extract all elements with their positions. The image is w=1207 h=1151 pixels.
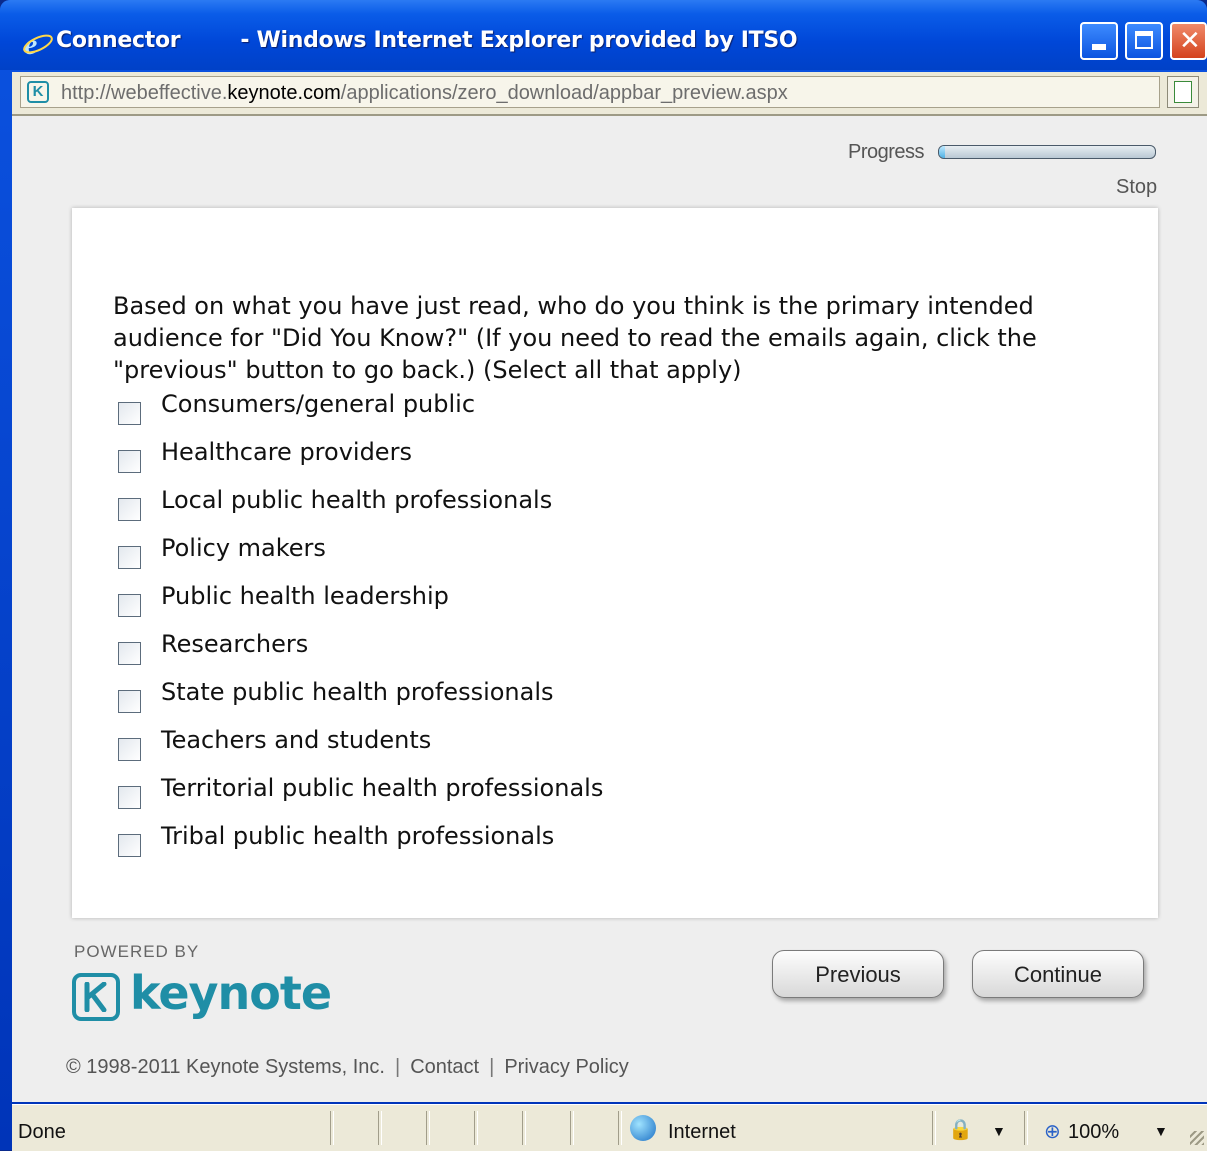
answer-checkbox[interactable] <box>118 546 141 569</box>
status-divider <box>932 1111 936 1145</box>
progress-label: Progress <box>848 141 925 163</box>
copyright-text: © 1998-2011 Keynote Systems, Inc. <box>66 1056 385 1078</box>
internet-explorer-icon: e <box>23 28 53 59</box>
maximize-icon <box>1135 31 1153 49</box>
answer-option-label: Territorial public health professionals <box>161 774 604 802</box>
window-title-app: Connector <box>56 28 181 53</box>
security-zone-label: Internet <box>668 1121 736 1143</box>
window-title-suffix: - Windows Internet Explorer provided by … <box>240 28 798 53</box>
answer-checkbox[interactable] <box>118 402 141 425</box>
browser-window: e Connector - Windows Internet Explorer p… <box>0 0 1207 1151</box>
zoom-icon[interactable]: ⊕ <box>1044 1119 1061 1144</box>
answer-option[interactable]: Researchers <box>118 630 818 670</box>
answer-checkbox[interactable] <box>118 738 141 761</box>
answer-checkbox[interactable] <box>118 594 141 617</box>
answer-option[interactable]: Local public health professionals <box>118 486 818 526</box>
answer-checkbox[interactable] <box>118 834 141 857</box>
answer-option-label: Local public health professionals <box>161 486 553 514</box>
resize-grip[interactable] <box>1190 1131 1204 1145</box>
zoom-level[interactable]: 100% <box>1068 1121 1119 1144</box>
status-divider <box>618 1111 622 1145</box>
url-path: /applications/zero_download/appbar_previ… <box>340 82 788 104</box>
status-divider <box>378 1111 382 1145</box>
footer-separator: | <box>489 1056 495 1078</box>
answer-checkbox[interactable] <box>118 498 141 521</box>
internet-zone-icon <box>630 1115 656 1141</box>
address-field[interactable]: K http://webeffective.keynote.com/applic… <box>20 76 1160 108</box>
page-status-icon <box>1174 81 1192 103</box>
address-bar: K http://webeffective.keynote.com/applic… <box>12 72 1207 116</box>
address-url[interactable]: http://webeffective.keynote.com/applicat… <box>61 82 788 105</box>
footer-separator: | <box>394 1056 401 1078</box>
answer-option-label: Policy makers <box>161 534 326 562</box>
minimize-button[interactable] <box>1080 22 1118 60</box>
status-text: Done <box>18 1121 66 1143</box>
page-content: Progress Stop Based on what you have jus… <box>12 116 1207 1102</box>
url-prefix: http://webeffective. <box>61 82 228 104</box>
contact-link[interactable]: Contact <box>410 1056 479 1078</box>
progress-bar <box>938 145 1156 159</box>
question-text: Based on what you have just read, who do… <box>113 292 1037 384</box>
site-favicon-icon: K <box>27 81 49 103</box>
status-divider <box>474 1111 478 1145</box>
answer-option-label: Teachers and students <box>161 726 432 754</box>
svg-text:e: e <box>24 28 37 59</box>
answer-checkbox[interactable] <box>118 642 141 665</box>
status-divider <box>330 1111 334 1145</box>
page-status-button[interactable] <box>1167 76 1199 108</box>
status-bar: Done Internet 🔒 ▼ ⊕ 100% ▼ <box>12 1104 1207 1151</box>
answer-option-label: Healthcare providers <box>161 438 412 466</box>
url-domain: keynote.com <box>227 82 341 104</box>
privacy-policy-link[interactable]: Privacy Policy <box>504 1056 628 1078</box>
window-title: Connector - Windows Internet Explorer pro… <box>56 28 798 53</box>
answer-checkbox[interactable] <box>118 690 141 713</box>
stop-link[interactable]: Stop <box>1116 176 1157 199</box>
answer-option-label: Tribal public health professionals <box>161 822 555 850</box>
answer-option[interactable]: Public health leadership <box>118 582 818 622</box>
minimize-icon <box>1092 44 1106 50</box>
protected-mode-icon[interactable]: 🔒 <box>948 1117 973 1142</box>
answer-option-label: Consumers/general public <box>161 390 476 418</box>
continue-button[interactable]: Continue <box>972 950 1144 998</box>
question-card: Based on what you have just read, who do… <box>72 208 1158 918</box>
answer-option[interactable]: Teachers and students <box>118 726 818 766</box>
keynote-logo-icon <box>72 973 120 1021</box>
close-button[interactable]: ✕ <box>1170 22 1207 60</box>
answer-checkbox[interactable] <box>118 786 141 809</box>
answer-option[interactable]: State public health professionals <box>118 678 818 718</box>
maximize-button[interactable] <box>1125 22 1163 60</box>
answer-option[interactable]: Tribal public health professionals <box>118 822 818 862</box>
answer-option-label: Researchers <box>161 630 309 658</box>
answer-option[interactable]: Healthcare providers <box>118 438 818 478</box>
answer-option-label: Public health leadership <box>161 582 449 610</box>
close-icon: ✕ <box>1179 26 1201 56</box>
title-bar: e Connector - Windows Internet Explorer p… <box>0 0 1207 70</box>
status-divider <box>1024 1111 1028 1145</box>
answer-option[interactable]: Policy makers <box>118 534 818 574</box>
footer: © 1998-2011 Keynote Systems, Inc. | Contac… <box>66 1056 629 1079</box>
status-divider <box>570 1111 574 1145</box>
answer-checkbox[interactable] <box>118 450 141 473</box>
status-divider <box>522 1111 526 1145</box>
chevron-down-icon[interactable]: ▼ <box>1154 1123 1168 1139</box>
progress-fill <box>939 146 946 158</box>
status-divider <box>426 1111 430 1145</box>
keynote-logo-text: keynote <box>130 966 332 1020</box>
answer-option-label: State public health professionals <box>161 678 554 706</box>
answer-option[interactable]: Territorial public health professionals <box>118 774 818 814</box>
powered-by-label: POWERED BY <box>74 942 200 961</box>
answer-option[interactable]: Consumers/general public <box>118 390 818 430</box>
previous-button[interactable]: Previous <box>772 950 944 998</box>
chevron-down-icon[interactable]: ▼ <box>992 1123 1006 1139</box>
